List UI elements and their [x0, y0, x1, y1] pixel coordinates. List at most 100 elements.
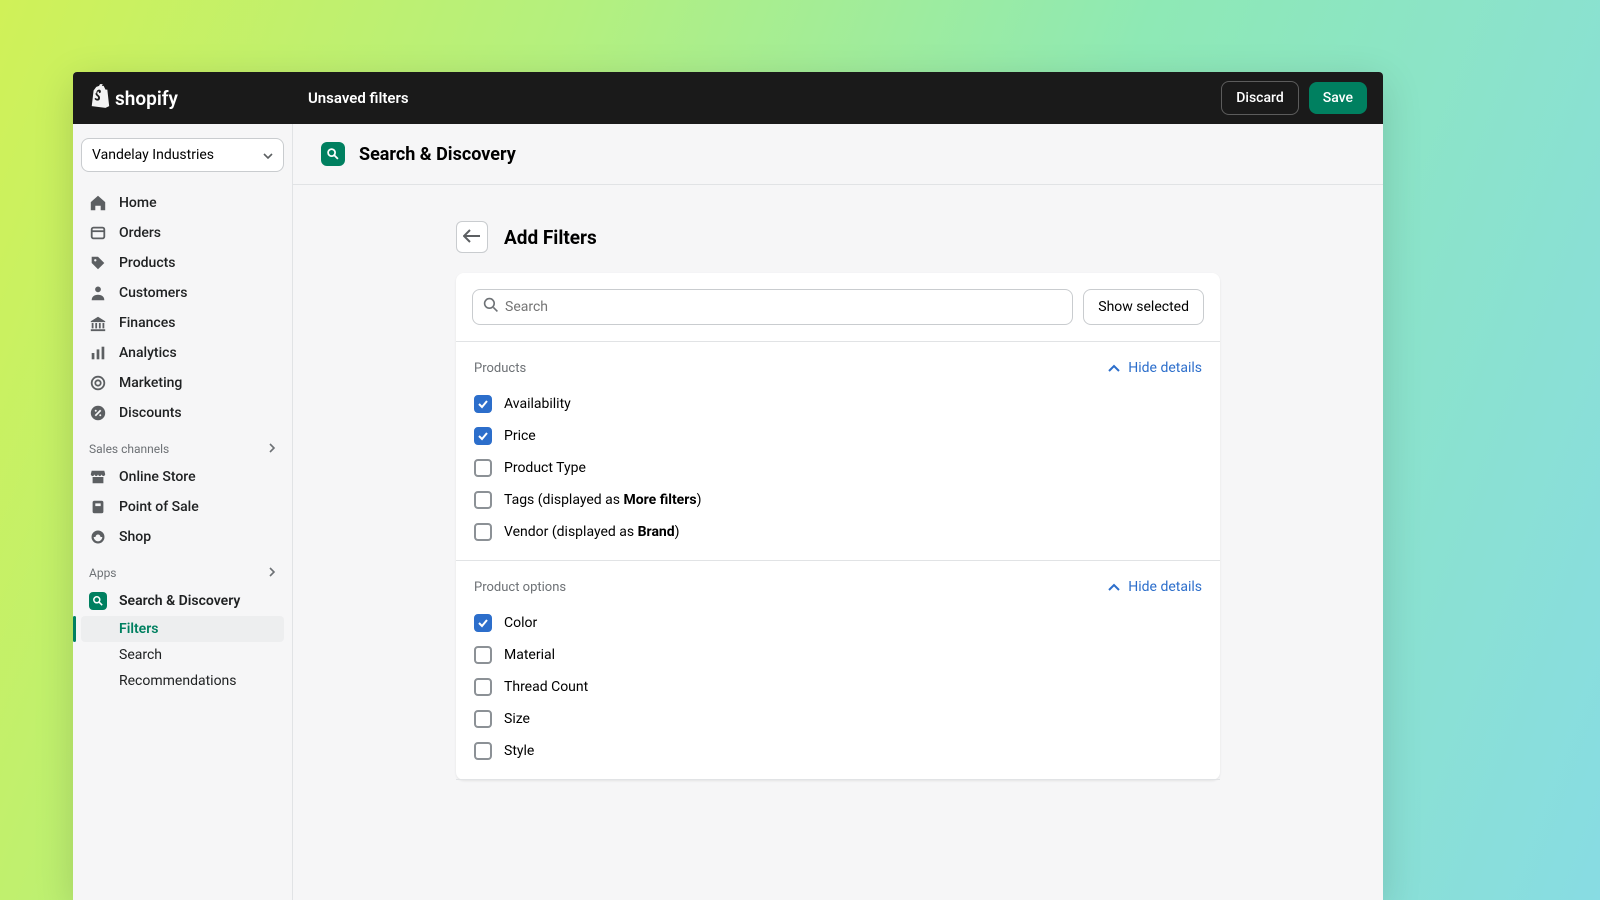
nav-finances[interactable]: Finances	[81, 308, 284, 338]
search-input-wrap[interactable]	[472, 289, 1073, 325]
app-sub-recommendations[interactable]: Recommendations	[81, 668, 284, 694]
filter-material[interactable]: Material	[474, 639, 1202, 671]
store-icon	[89, 468, 107, 486]
channel-point-of-sale[interactable]: Point of Sale	[81, 492, 284, 522]
nav-label: Finances	[119, 315, 175, 331]
nav-analytics[interactable]: Analytics	[81, 338, 284, 368]
search-discovery-app-icon	[89, 592, 107, 610]
pos-icon	[89, 498, 107, 516]
nav-label: Shop	[119, 529, 151, 545]
arrow-left-icon	[463, 228, 481, 247]
app-search-discovery[interactable]: Search & Discovery	[81, 586, 284, 616]
filter-color[interactable]: Color	[474, 607, 1202, 639]
checkbox[interactable]	[474, 646, 492, 664]
chevron-right-icon[interactable]	[268, 442, 276, 456]
filter-label: Material	[504, 647, 555, 663]
save-button[interactable]: Save	[1309, 82, 1367, 114]
filter-label: Availability	[504, 396, 571, 412]
group-title: Product options	[474, 580, 566, 595]
checkbox[interactable]	[474, 614, 492, 632]
store-selector[interactable]: Vandelay Industries	[81, 138, 284, 172]
app-frame: shopify Unsaved filters Discard Save Van…	[73, 72, 1383, 900]
chevron-up-icon	[1108, 579, 1120, 595]
checkbox[interactable]	[474, 742, 492, 760]
caret-down-icon	[263, 147, 273, 163]
hide-details-toggle[interactable]: Hide details	[1108, 360, 1202, 376]
analytics-icon	[89, 344, 107, 362]
filter-price[interactable]: Price	[474, 420, 1202, 452]
nav-label: Customers	[119, 285, 187, 301]
group-products: Products Hide details Availability	[456, 342, 1220, 561]
search-discovery-app-icon	[321, 142, 345, 166]
nav-label: Point of Sale	[119, 499, 199, 515]
search-row: Show selected	[456, 273, 1220, 342]
hide-details-toggle[interactable]: Hide details	[1108, 579, 1202, 595]
section-label: Apps	[89, 566, 117, 580]
nav-products[interactable]: Products	[81, 248, 284, 278]
hide-details-label: Hide details	[1128, 579, 1202, 595]
sales-channels-section: Sales channels	[81, 428, 284, 462]
filter-label: Product Type	[504, 460, 586, 476]
app-sub-search[interactable]: Search	[81, 642, 284, 668]
person-icon	[89, 284, 107, 302]
hide-details-label: Hide details	[1128, 360, 1202, 376]
nav-orders[interactable]: Orders	[81, 218, 284, 248]
checkbox[interactable]	[474, 523, 492, 541]
filter-label: Style	[504, 743, 534, 759]
topbar: shopify Unsaved filters Discard Save	[73, 72, 1383, 124]
chevron-up-icon	[1108, 360, 1120, 376]
main: Search & Discovery Add Filters	[293, 124, 1383, 900]
filter-availability[interactable]: Availability	[474, 388, 1202, 420]
page-header: Search & Discovery	[293, 124, 1383, 185]
nav-label: Discounts	[119, 405, 182, 421]
filter-label: Vendor (displayed as Brand)	[504, 524, 680, 540]
apps-section: Apps	[81, 552, 284, 586]
discard-button[interactable]: Discard	[1221, 81, 1298, 115]
checkbox[interactable]	[474, 427, 492, 445]
nav-customers[interactable]: Customers	[81, 278, 284, 308]
filter-thread-count[interactable]: Thread Count	[474, 671, 1202, 703]
title-row: Add Filters	[456, 221, 1220, 253]
body: Vandelay Industries Home Orders Products…	[73, 124, 1383, 900]
checkbox[interactable]	[474, 459, 492, 477]
home-icon	[89, 194, 107, 212]
section-label: Sales channels	[89, 442, 169, 456]
shopify-bag-icon	[89, 84, 111, 113]
nav-label: Online Store	[119, 469, 196, 485]
filter-label: Price	[504, 428, 536, 444]
show-selected-button[interactable]: Show selected	[1083, 289, 1204, 325]
store-name: Vandelay Industries	[92, 147, 214, 163]
chevron-right-icon[interactable]	[268, 566, 276, 580]
nav-home[interactable]: Home	[81, 188, 284, 218]
filter-tags[interactable]: Tags (displayed as More filters)	[474, 484, 1202, 516]
nav-label: Home	[119, 195, 157, 211]
discount-icon	[89, 404, 107, 422]
checkbox[interactable]	[474, 710, 492, 728]
search-input[interactable]	[499, 290, 1062, 324]
bank-icon	[89, 314, 107, 332]
page-heading: Add Filters	[504, 226, 597, 249]
filter-size[interactable]: Size	[474, 703, 1202, 735]
nav-label: Analytics	[119, 345, 177, 361]
filter-label: Size	[504, 711, 530, 727]
group-product-options: Product options Hide details Color	[456, 561, 1220, 780]
filter-product-type[interactable]: Product Type	[474, 452, 1202, 484]
group-title: Products	[474, 361, 526, 376]
filter-label: Thread Count	[504, 679, 588, 695]
checkbox[interactable]	[474, 395, 492, 413]
nav-marketing[interactable]: Marketing	[81, 368, 284, 398]
app-title: Search & Discovery	[359, 144, 516, 165]
nav-label: Products	[119, 255, 176, 271]
app-sub-filters[interactable]: Filters	[81, 616, 284, 642]
channel-online-store[interactable]: Online Store	[81, 462, 284, 492]
checkbox[interactable]	[474, 491, 492, 509]
shop-icon	[89, 528, 107, 546]
nav-discounts[interactable]: Discounts	[81, 398, 284, 428]
brand-logo: shopify	[89, 84, 178, 113]
back-button[interactable]	[456, 221, 488, 253]
content: Add Filters Show selected	[456, 221, 1220, 780]
checkbox[interactable]	[474, 678, 492, 696]
channel-shop[interactable]: Shop	[81, 522, 284, 552]
filter-vendor[interactable]: Vendor (displayed as Brand)	[474, 516, 1202, 548]
filter-style[interactable]: Style	[474, 735, 1202, 767]
